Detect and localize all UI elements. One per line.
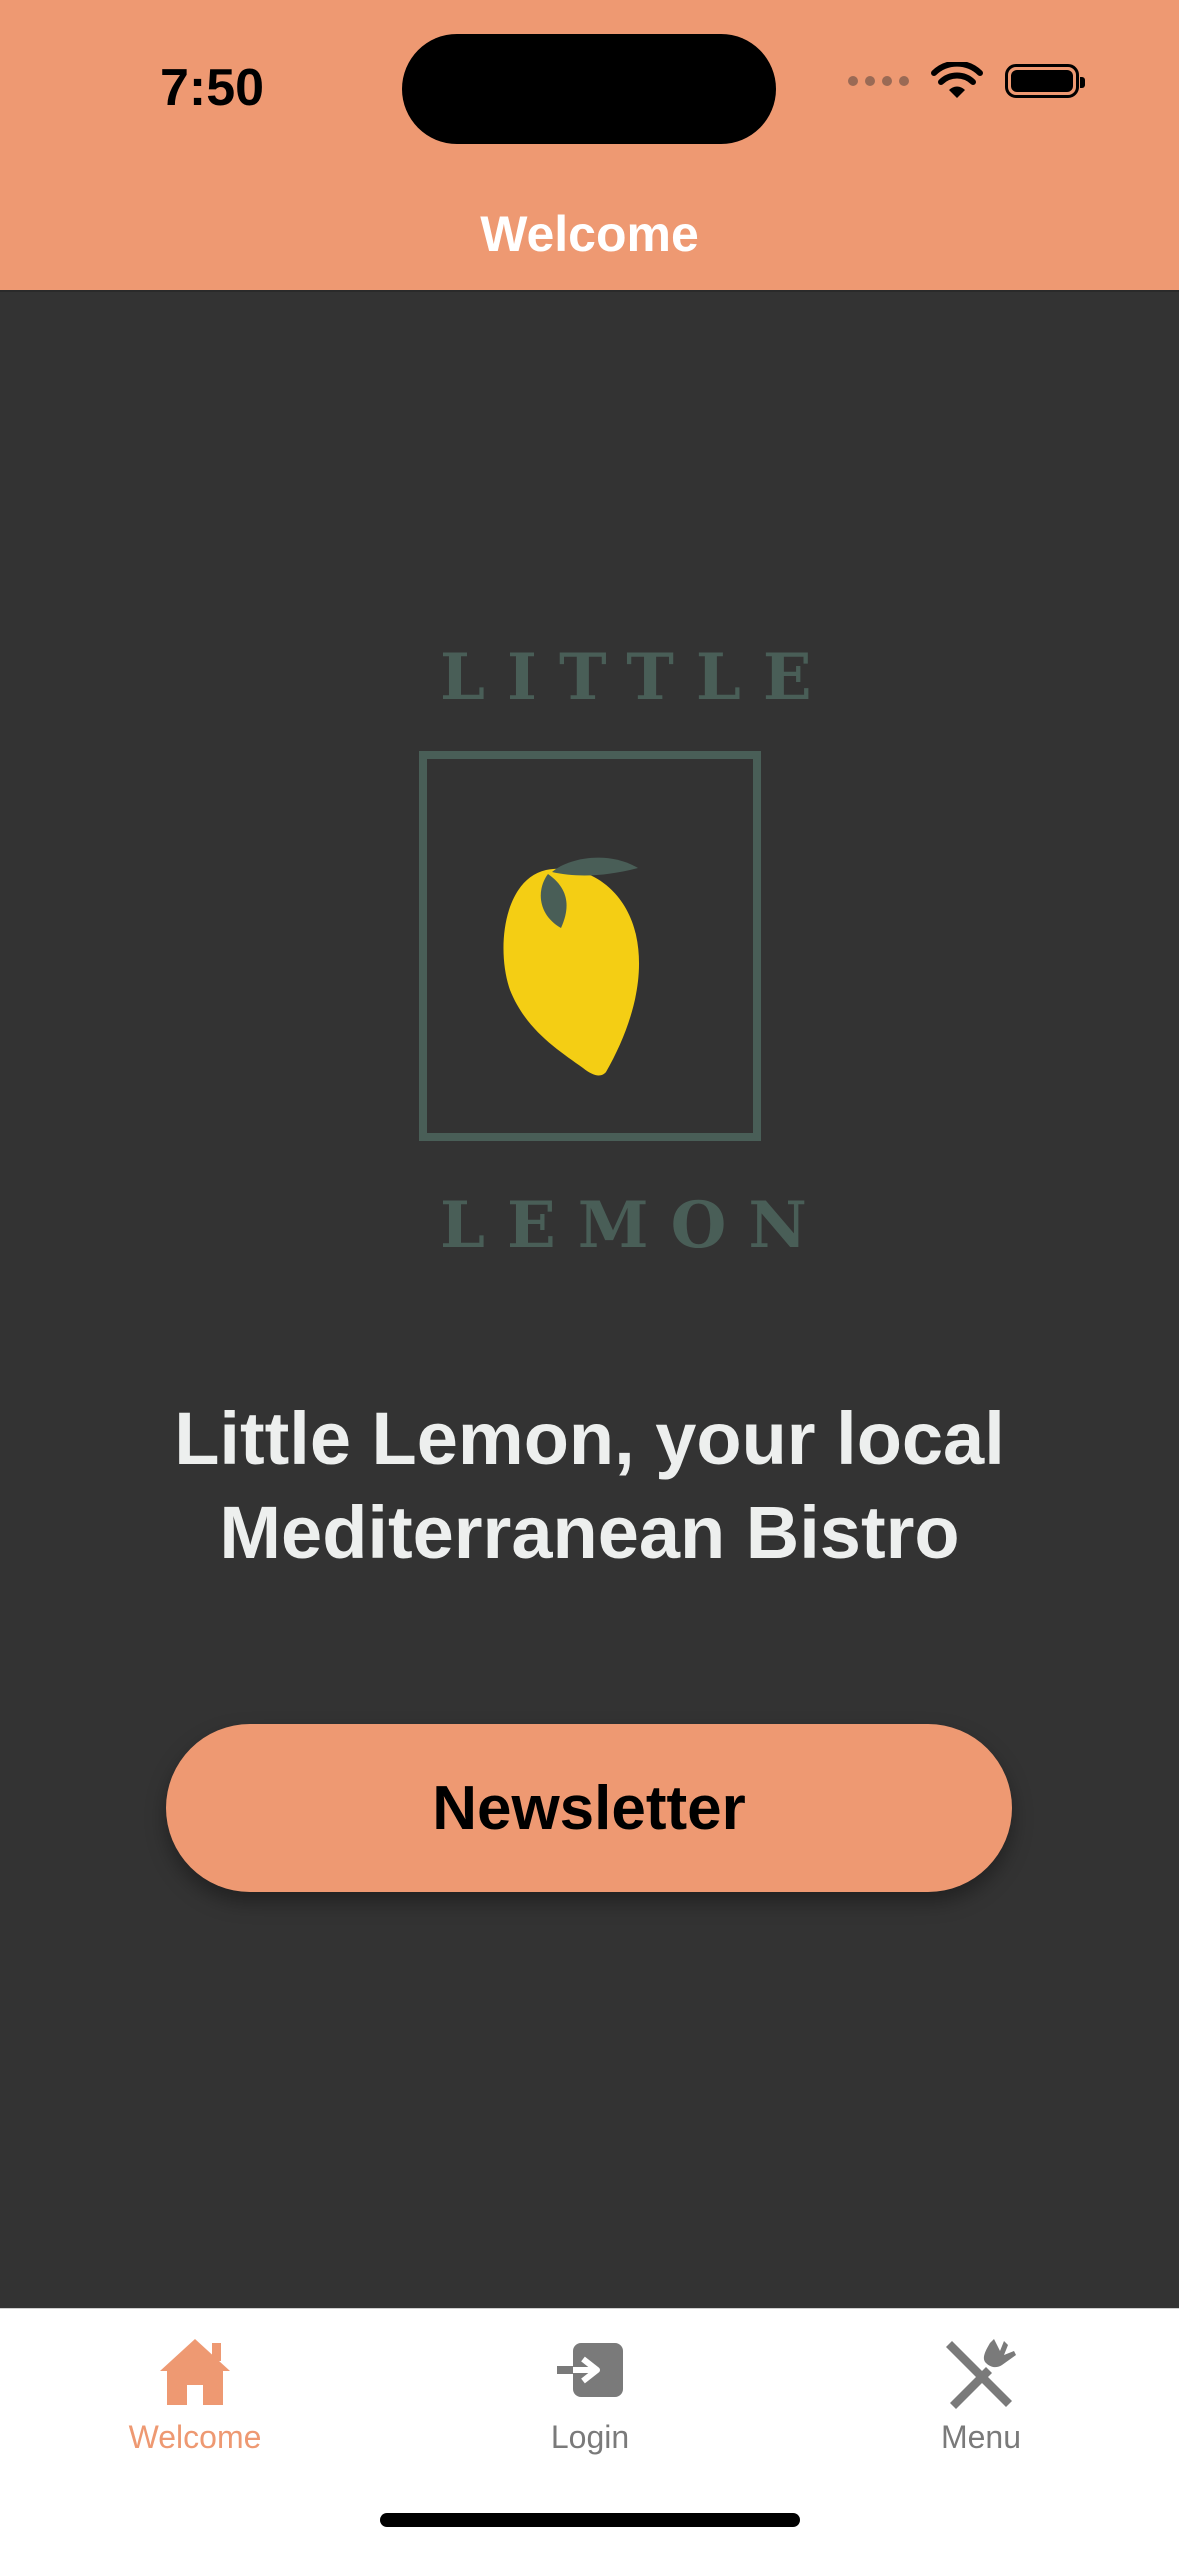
battery-icon	[1005, 64, 1085, 98]
newsletter-button[interactable]: Newsletter	[166, 1724, 1012, 1892]
tab-welcome[interactable]: Welcome	[45, 2333, 345, 2456]
app-header: 7:50 Welcome	[0, 0, 1179, 292]
tab-label: Menu	[940, 2419, 1022, 2455]
tagline-line-1: Little Lemon, your local	[174, 1397, 1005, 1480]
lemon-icon	[419, 751, 761, 1141]
tab-login[interactable]: Login	[440, 2333, 740, 2456]
status-time: 7:50	[160, 59, 265, 117]
home-icon	[160, 2339, 230, 2405]
tagline: Little Lemon, your local Mediterranean B…	[0, 1392, 1179, 1580]
tab-label: Welcome	[128, 2419, 262, 2455]
home-indicator[interactable]	[380, 2513, 800, 2527]
tab-menu[interactable]: Menu	[831, 2333, 1131, 2456]
tagline-line-2: Mediterranean Bistro	[219, 1491, 960, 1574]
wifi-icon	[931, 62, 983, 98]
tab-bar: Welcome Login Menu	[0, 2308, 1179, 2557]
little-lemon-logo: LITTLE LEMON	[418, 640, 834, 1263]
logo-bottom-text: LEMON	[440, 1188, 829, 1263]
dynamic-island	[402, 34, 776, 144]
tab-label: Login	[550, 2419, 630, 2455]
login-icon	[557, 2343, 623, 2397]
page-title: Welcome	[480, 206, 699, 262]
status-icons	[848, 62, 1085, 100]
cellular-signal-icon	[848, 76, 909, 86]
cutlery-icon	[946, 2339, 1016, 2409]
logo-top-text: LITTLE	[440, 640, 834, 715]
